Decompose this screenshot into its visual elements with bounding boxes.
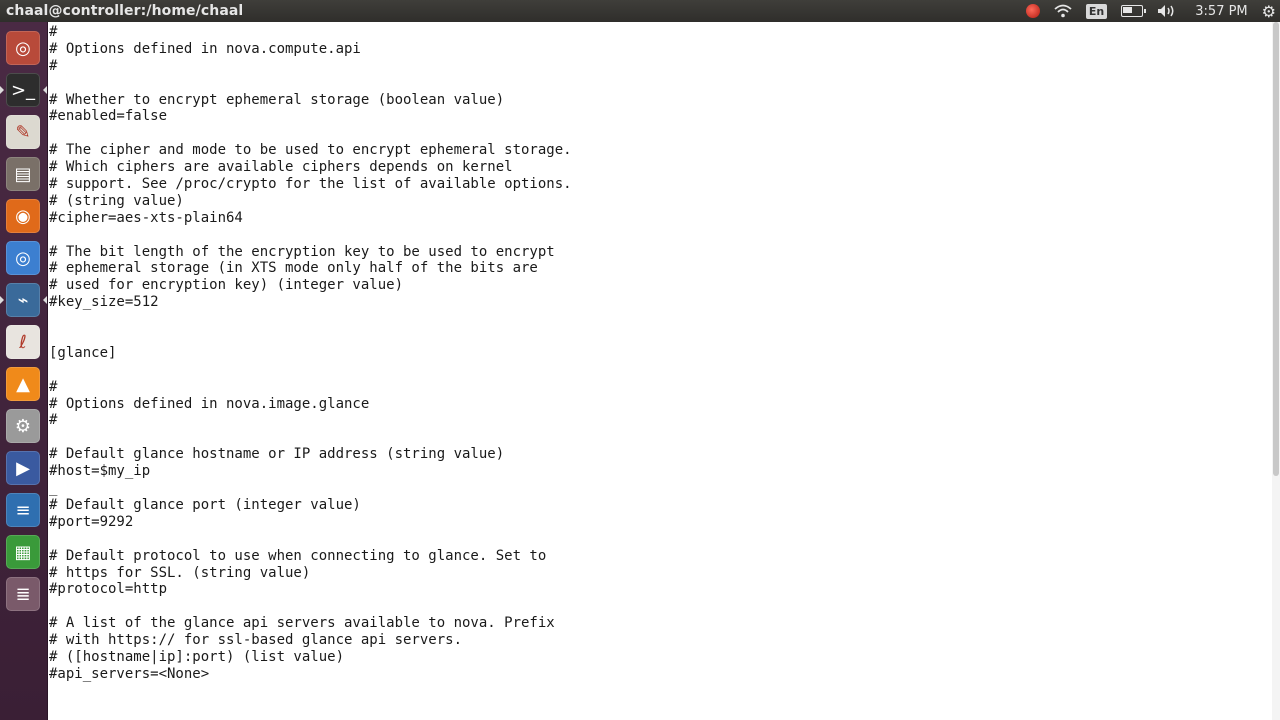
terminal-line: # ephemeral storage (in XTS mode only ha… bbox=[49, 260, 538, 277]
launcher-item-screenshot[interactable]: ⚙ bbox=[6, 409, 40, 443]
terminal-line: #key_size=512 bbox=[49, 294, 159, 311]
terminal-line: # The cipher and mode to be used to encr… bbox=[49, 142, 572, 159]
launcher-item-chromium[interactable]: ◎ bbox=[6, 241, 40, 275]
running-indicator bbox=[0, 86, 4, 94]
terminal-line: #host=$my_ip bbox=[49, 463, 151, 480]
libreoffice-writer-icon: ≡ bbox=[15, 499, 31, 521]
terminal-line: #port=9292 bbox=[49, 513, 134, 530]
more-apps-icon: ≣ bbox=[15, 583, 31, 605]
launcher-item-dash-home[interactable]: ◎ bbox=[6, 31, 40, 65]
terminal-line: #api_servers=<None> bbox=[49, 665, 210, 682]
launcher-item-firefox[interactable]: ◉ bbox=[6, 199, 40, 233]
launcher: ◎ >_ ✎ ▤ ◉ ◎ ⌁ ℓ ▲ ⚙ ▶ ≡ ▦ ≣ bbox=[0, 22, 48, 720]
terminal-line: # used for encryption key) (integer valu… bbox=[49, 277, 404, 294]
text-editor-icon: ✎ bbox=[15, 121, 31, 143]
top-panel: chaal@controller:/home/chaal En 3:57 PM … bbox=[0, 0, 1280, 22]
scrollbar-thumb[interactable] bbox=[1273, 22, 1279, 476]
running-indicator bbox=[0, 296, 4, 304]
media-player-icon: ▶ bbox=[16, 457, 30, 479]
indicator-area: En 3:57 PM ⚙ bbox=[1025, 0, 1276, 22]
document-viewer-icon: ℓ bbox=[19, 331, 27, 353]
terminal-line: # bbox=[49, 412, 58, 429]
terminal-line: # bbox=[49, 24, 58, 40]
screenshot-icon: ⚙ bbox=[14, 415, 32, 437]
keyboard-layout-indicator[interactable]: En bbox=[1085, 3, 1108, 19]
terminal-line: # (string value) bbox=[49, 192, 184, 209]
system-monitor-icon: ⌁ bbox=[17, 289, 29, 311]
terminal-icon: >_ bbox=[10, 79, 36, 101]
terminal-line: # A list of the glance api servers avail… bbox=[49, 615, 555, 632]
terminal-line: #cipher=aes-xts-plain64 bbox=[49, 209, 243, 226]
libreoffice-calc-icon: ▦ bbox=[14, 541, 32, 563]
launcher-item-terminal[interactable]: >_ bbox=[6, 73, 40, 107]
launcher-item-stacked-apps[interactable]: ≣ bbox=[6, 577, 40, 611]
terminal-line: # https for SSL. (string value) bbox=[49, 564, 311, 581]
terminal-line: # ([hostname|ip]:port) (list value) bbox=[49, 648, 345, 665]
terminal-line: # The bit length of the encryption key t… bbox=[49, 243, 555, 260]
session-gear-icon[interactable]: ⚙ bbox=[1262, 2, 1276, 21]
launcher-item-calc[interactable]: ▦ bbox=[6, 535, 40, 569]
terminal-line: # with https:// for ssl-based glance api… bbox=[49, 632, 463, 649]
focused-indicator bbox=[43, 296, 47, 304]
focused-indicator bbox=[43, 86, 47, 94]
chromium-icon: ◎ bbox=[15, 247, 31, 269]
launcher-item-system-monitor[interactable]: ⌁ bbox=[6, 283, 40, 317]
terminal-line: #protocol=http bbox=[49, 581, 168, 598]
firefox-icon: ◉ bbox=[15, 205, 31, 227]
terminal-line: # support. See /proc/crypto for the list… bbox=[49, 176, 572, 193]
terminal-output: # # Options defined in nova.compute.api # #… bbox=[49, 24, 572, 683]
launcher-item-vlc[interactable]: ▲ bbox=[6, 367, 40, 401]
clock[interactable]: 3:57 PM bbox=[1195, 4, 1247, 19]
terminal-window[interactable]: # # Options defined in nova.compute.api # #… bbox=[48, 22, 1272, 720]
terminal-line: # Default protocol to use when connectin… bbox=[49, 547, 547, 564]
launcher-item-file-manager[interactable]: ▤ bbox=[6, 157, 40, 191]
terminal-line: # Default glance hostname or IP address … bbox=[49, 446, 505, 463]
vlc-icon: ▲ bbox=[16, 373, 30, 395]
launcher-item-writer[interactable]: ≡ bbox=[6, 493, 40, 527]
terminal-line: # bbox=[49, 57, 58, 74]
terminal-line: # Which ciphers are available ciphers de… bbox=[49, 159, 513, 176]
window-title: chaal@controller:/home/chaal bbox=[6, 3, 244, 19]
ubuntu-logo-icon: ◎ bbox=[15, 37, 31, 59]
files-icon: ▤ bbox=[14, 163, 32, 185]
terminal-line: #enabled=false bbox=[49, 108, 168, 125]
launcher-item-text-editor[interactable]: ✎ bbox=[6, 115, 40, 149]
launcher-item-media-player[interactable]: ▶ bbox=[6, 451, 40, 485]
launcher-item-pdf-viewer[interactable]: ℓ bbox=[6, 325, 40, 359]
terminal-line: # Options defined in nova.image.glance bbox=[49, 395, 370, 412]
terminal-line: _ bbox=[49, 480, 58, 497]
volume-icon[interactable] bbox=[1157, 4, 1177, 18]
terminal-line: # Options defined in nova.compute.api bbox=[49, 40, 361, 57]
terminal-line: # Whether to encrypt ephemeral storage (… bbox=[49, 91, 505, 108]
recording-indicator-icon[interactable] bbox=[1025, 4, 1040, 18]
terminal-scrollbar[interactable] bbox=[1272, 22, 1280, 720]
terminal-line: # bbox=[49, 378, 58, 395]
terminal-line: # Default glance port (integer value) bbox=[49, 496, 361, 513]
terminal-line: [glance] bbox=[49, 344, 117, 361]
battery-icon[interactable] bbox=[1121, 5, 1147, 17]
wifi-icon[interactable] bbox=[1054, 4, 1072, 18]
